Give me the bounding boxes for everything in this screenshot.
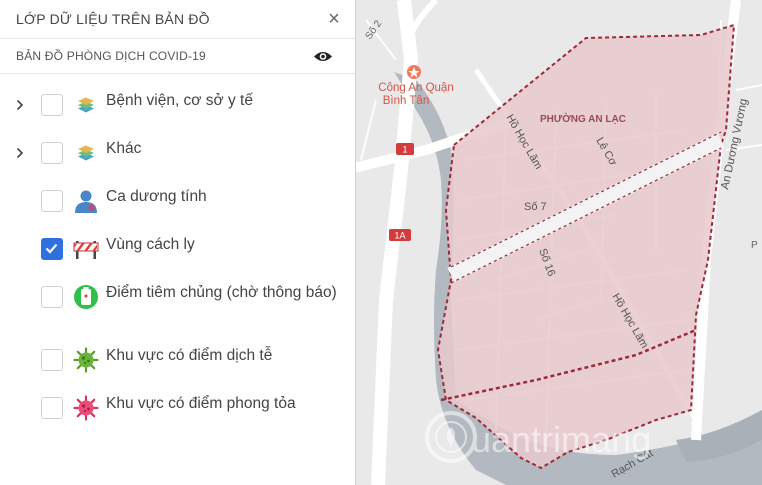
layer-item-lockdown-areas: Khu vực có điểm phong tỏa [0, 395, 355, 427]
layer-checkbox[interactable] [41, 349, 63, 371]
close-icon[interactable]: × [325, 9, 343, 29]
edge-label: P [751, 240, 758, 251]
chevron-right-icon[interactable] [14, 94, 26, 116]
layer-label: Khu vực có điểm dịch tễ [106, 347, 273, 364]
layer-label: Vùng cách ly [106, 236, 195, 253]
panel-title: LỚP DỮ LIỆU TRÊN BẢN ĐỒ [16, 11, 210, 27]
layer-item-positive-cases: Ca dương tính [0, 188, 355, 220]
layer-item-other: Khác [0, 140, 355, 172]
route-1a-label: 1A [394, 231, 405, 241]
virus-green-icon [73, 347, 99, 373]
layer-label: Khu vực có điểm phong tỏa [106, 395, 296, 412]
eye-icon[interactable] [313, 49, 335, 63]
layer-label: Ca dương tính [106, 188, 207, 205]
map-canvas[interactable]: 1 1A Công An Quận Bình Tân PHƯỜNG AN LẠC… [356, 0, 762, 485]
virus-pink-icon [73, 395, 99, 421]
ward-label: PHƯỜNG AN LẠC [540, 112, 626, 125]
layer-group-title: BẢN ĐỒ PHÒNG DỊCH COVID-19 [16, 49, 206, 63]
route-1-label: 1 [402, 145, 407, 155]
layer-label: Khác [106, 140, 142, 157]
layer-checkbox[interactable] [41, 190, 63, 212]
map-view[interactable]: 1 1A Công An Quận Bình Tân PHƯỜNG AN LẠC… [356, 0, 762, 485]
layer-item-epidemic-areas: Khu vực có điểm dịch tễ [0, 347, 355, 379]
layers-panel: LỚP DỮ LIỆU TRÊN BẢN ĐỒ × BẢN ĐỒ PHÒNG D… [0, 0, 356, 485]
layer-checkbox[interactable] [41, 397, 63, 419]
layer-label: Điểm tiêm chủng (chờ thông báo) [106, 284, 337, 301]
layer-label: Bệnh viện, cơ sở y tế [106, 92, 253, 109]
chevron-right-icon[interactable] [14, 142, 26, 164]
barrier-icon [73, 236, 99, 262]
layer-item-quarantine-zone: Vùng cách ly [0, 236, 355, 268]
layer-checkbox[interactable] [41, 286, 63, 308]
layer-checkbox-checked[interactable] [41, 238, 63, 260]
layer-checkbox[interactable] [41, 94, 63, 116]
vaccine-icon [73, 284, 99, 310]
person-icon [73, 188, 99, 214]
watermark-text: uantrimang [471, 419, 651, 460]
layer-item-hospitals: Bệnh viện, cơ sở y tế [0, 92, 355, 124]
street-so7: Số 7 [524, 201, 547, 213]
police-label: Công An Quận [378, 82, 453, 94]
layer-item-vaccination-points: Điểm tiêm chủng (chờ thông báo) [0, 284, 355, 330]
police-label-2: Bình Tân [383, 95, 429, 107]
layers-icon [73, 92, 99, 118]
layers-icon [73, 140, 99, 166]
layer-group-header: BẢN ĐỒ PHÒNG DỊCH COVID-19 [0, 39, 355, 74]
layer-checkbox[interactable] [41, 142, 63, 164]
panel-header: LỚP DỮ LIỆU TRÊN BẢN ĐỒ × [0, 0, 355, 39]
police-pin-icon [407, 65, 421, 79]
